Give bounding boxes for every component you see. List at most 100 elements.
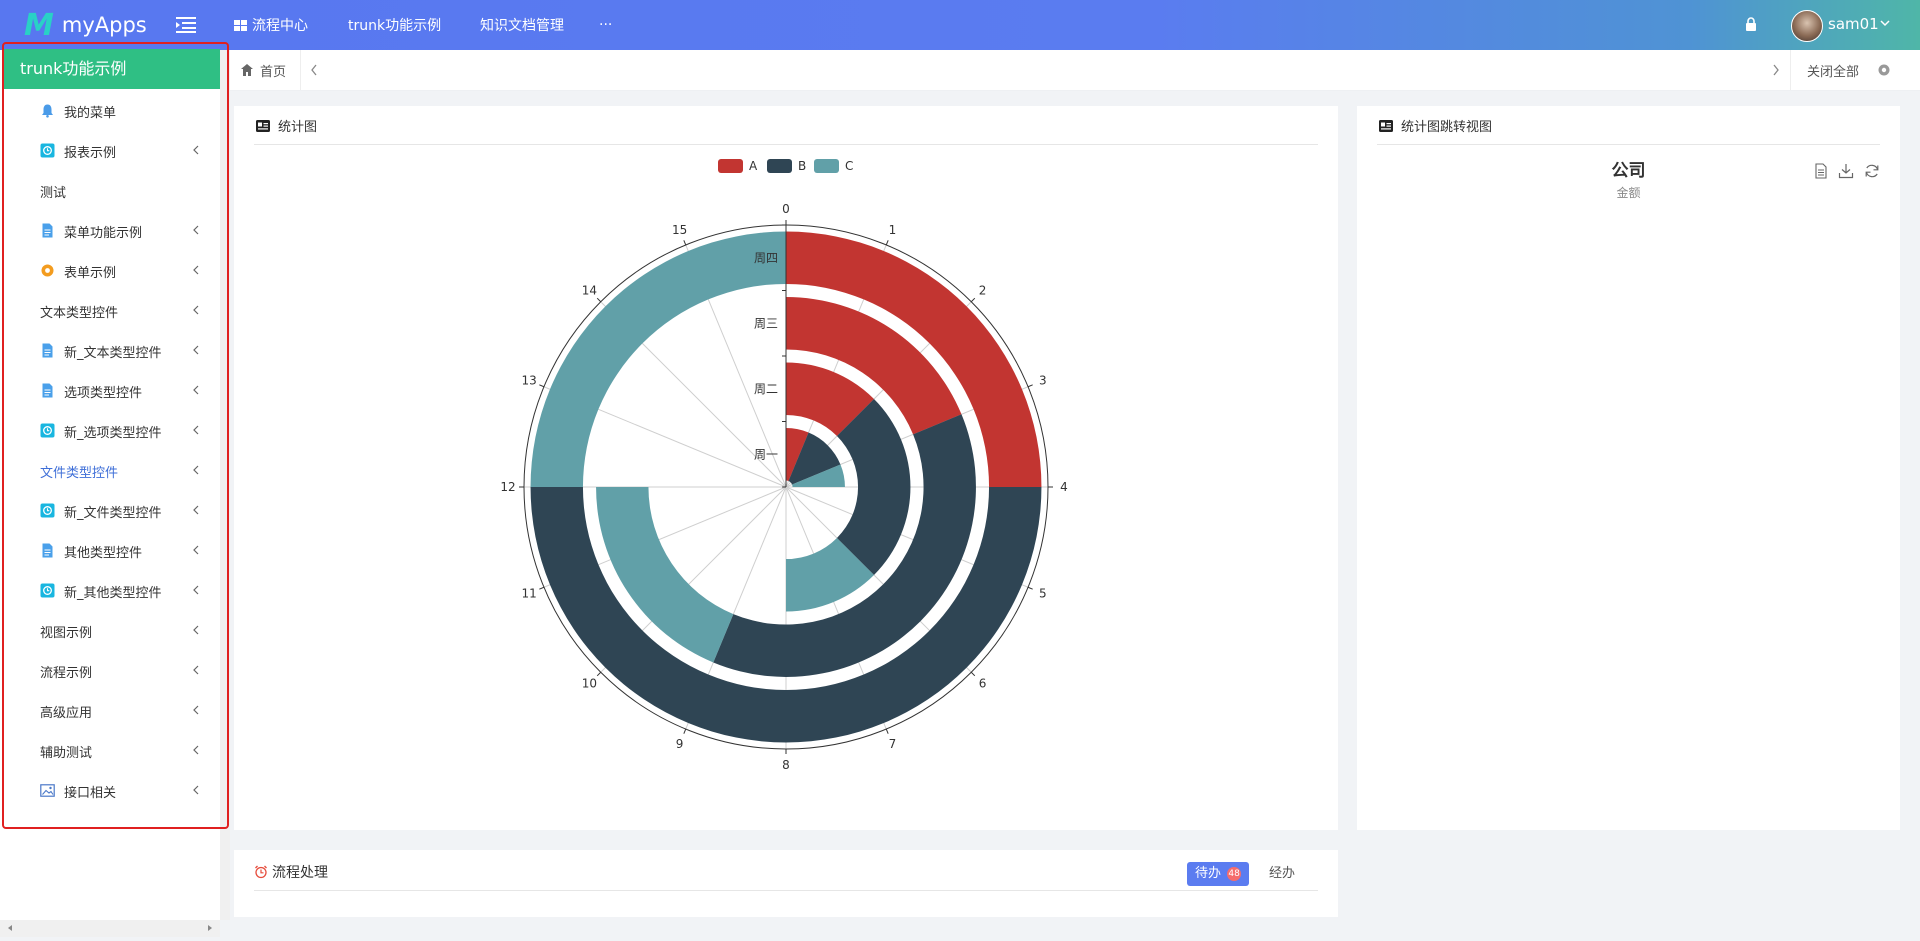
angle-tick <box>970 297 976 303</box>
radius-tick-label: 周一 <box>754 447 778 461</box>
top-navbar: M myApps 流程中心 trunk功能示例 知识文档管理 ··· sam01 <box>0 0 1920 50</box>
angle-tick-label: 13 <box>522 374 537 388</box>
sidebar-item[interactable]: 表单示例 <box>0 250 220 290</box>
sidebar-item-label: 报表示例 <box>64 146 117 161</box>
divider <box>1377 144 1880 145</box>
chevron-left-icon <box>193 785 199 795</box>
angle-tick-label: 3 <box>1039 374 1047 388</box>
data-view-icon[interactable] <box>1813 163 1829 179</box>
lock-icon[interactable] <box>1745 17 1757 31</box>
sidebar-item[interactable]: 文本类型控件 <box>0 290 220 330</box>
sidebar-item-label: 文件类型控件 <box>40 466 119 481</box>
tab-todo[interactable]: 待办 48 <box>1187 862 1250 886</box>
chevron-left-icon <box>193 385 199 395</box>
sidebar-item-label: 表单示例 <box>64 266 117 281</box>
angle-tick-label: 10 <box>582 677 597 691</box>
logo-mark: M <box>24 7 54 43</box>
chart-subtitle: 金额 <box>1616 186 1641 200</box>
angle-tick <box>683 728 687 734</box>
angle-tick-label: 4 <box>1060 480 1068 494</box>
chevron-left-icon <box>193 225 199 235</box>
home-icon[interactable] <box>241 64 253 76</box>
angle-tick-label: 8 <box>782 758 790 772</box>
breadcrumb: 首页 关闭全部 <box>230 50 1920 91</box>
sidebar-item-label: 文本类型控件 <box>40 306 119 321</box>
document-icon <box>42 343 53 358</box>
sidebar-title: trunk功能示例 <box>4 49 220 89</box>
chevron-down-icon[interactable] <box>1880 18 1890 28</box>
breadcrumb-home[interactable]: 首页 <box>260 61 286 80</box>
sidebar-item[interactable]: 辅助测试 <box>0 730 220 770</box>
topnav-label: 流程中心 <box>252 18 308 34</box>
document-icon <box>42 223 53 238</box>
sidebar-item[interactable]: 新_文本类型控件 <box>0 330 220 370</box>
close-all-button[interactable]: 关闭全部 <box>1807 61 1859 80</box>
tab-done-label: 经办 <box>1269 866 1296 881</box>
radius-tick-label: 周四 <box>754 251 778 265</box>
angle-tick <box>885 240 889 246</box>
horizontal-scrollbar[interactable] <box>0 920 220 937</box>
avatar[interactable] <box>1791 10 1823 42</box>
sidebar-item[interactable]: 新_其他类型控件 <box>0 570 220 610</box>
user-name[interactable]: sam01 <box>1828 15 1879 33</box>
chevron-left-icon <box>193 585 199 595</box>
chevron-left-icon <box>193 625 199 635</box>
angle-tick-label: 14 <box>582 283 597 297</box>
radius-tick-label: 周二 <box>754 382 778 396</box>
angle-tick-label: 5 <box>1039 586 1047 600</box>
topnav-item-workflow[interactable]: 流程中心 <box>234 0 308 50</box>
scroll-arrows-icon <box>8 925 212 931</box>
refresh-icon[interactable] <box>1864 163 1880 179</box>
chevron-left-icon <box>193 345 199 355</box>
sidebar-item-label: 视图示例 <box>40 626 93 641</box>
chevron-left-icon <box>193 505 199 515</box>
sidebar-item[interactable]: 菜单功能示例 <box>0 210 220 250</box>
sidebar-item-label: 辅助测试 <box>40 746 93 761</box>
grid-icon <box>234 19 247 31</box>
sidebar-item[interactable]: 选项类型控件 <box>0 370 220 410</box>
download-icon[interactable] <box>1838 163 1854 179</box>
sidebar-item-label: 其他类型控件 <box>64 546 143 561</box>
sidebar-scrollbar[interactable] <box>220 50 230 920</box>
document-icon <box>42 543 53 558</box>
sidebar-item-label: 新_选项类型控件 <box>64 426 162 441</box>
sidebar-item[interactable]: 文件类型控件 <box>0 450 220 490</box>
topnav-label: 知识文档管理 <box>480 18 564 34</box>
topnav-item-knowledge[interactable]: 知识文档管理 <box>480 0 564 50</box>
polar-bar-chart: 0123456789101112131415周一周二周三周四 <box>500 202 1068 772</box>
app-logo[interactable]: M myApps <box>24 7 147 43</box>
gear-icon[interactable] <box>1877 63 1891 77</box>
image-icon <box>40 784 55 797</box>
sidebar-item-label: 我的菜单 <box>64 106 117 121</box>
topnav-more[interactable]: ··· <box>599 0 612 50</box>
radius-tick-label: 周三 <box>754 316 778 330</box>
sidebar-item[interactable]: 视图示例 <box>0 610 220 650</box>
chevron-left-icon <box>193 265 199 275</box>
angle-tick-label: 2 <box>979 283 987 297</box>
sidebar-item[interactable]: 我的菜单 <box>0 90 220 130</box>
sidebar-item[interactable]: 高级应用 <box>0 690 220 730</box>
chevron-left-icon[interactable] <box>310 64 318 76</box>
divider <box>300 50 301 90</box>
sidebar-item[interactable]: 报表示例 <box>0 130 220 170</box>
chevron-left-icon <box>193 145 199 155</box>
menu-toggle-icon[interactable] <box>176 16 196 34</box>
chevron-left-icon <box>193 705 199 715</box>
angle-tick <box>596 671 602 677</box>
sidebar-item[interactable]: 流程示例 <box>0 650 220 690</box>
divider <box>254 890 1318 891</box>
tab-done[interactable]: 经办 <box>1261 862 1303 886</box>
angle-tick-label: 6 <box>979 677 987 691</box>
sidebar-item[interactable]: 新_文件类型控件 <box>0 490 220 530</box>
app-name: myApps <box>61 13 147 37</box>
sidebar-item[interactable]: 其他类型控件 <box>0 530 220 570</box>
sidebar-item[interactable]: 新_选项类型控件 <box>0 410 220 450</box>
sidebar-item[interactable]: 接口相关 <box>0 770 220 810</box>
sidebar-item[interactable]: 测试 <box>0 170 220 210</box>
todo-count-badge: 48 <box>1227 866 1242 881</box>
sidebar-item-label: 接口相关 <box>64 786 117 801</box>
bell-icon <box>42 104 53 118</box>
workflow-title: 流程处理 <box>272 865 328 881</box>
topnav-item-trunk[interactable]: trunk功能示例 <box>348 0 441 50</box>
chevron-right-icon[interactable] <box>1772 64 1780 76</box>
